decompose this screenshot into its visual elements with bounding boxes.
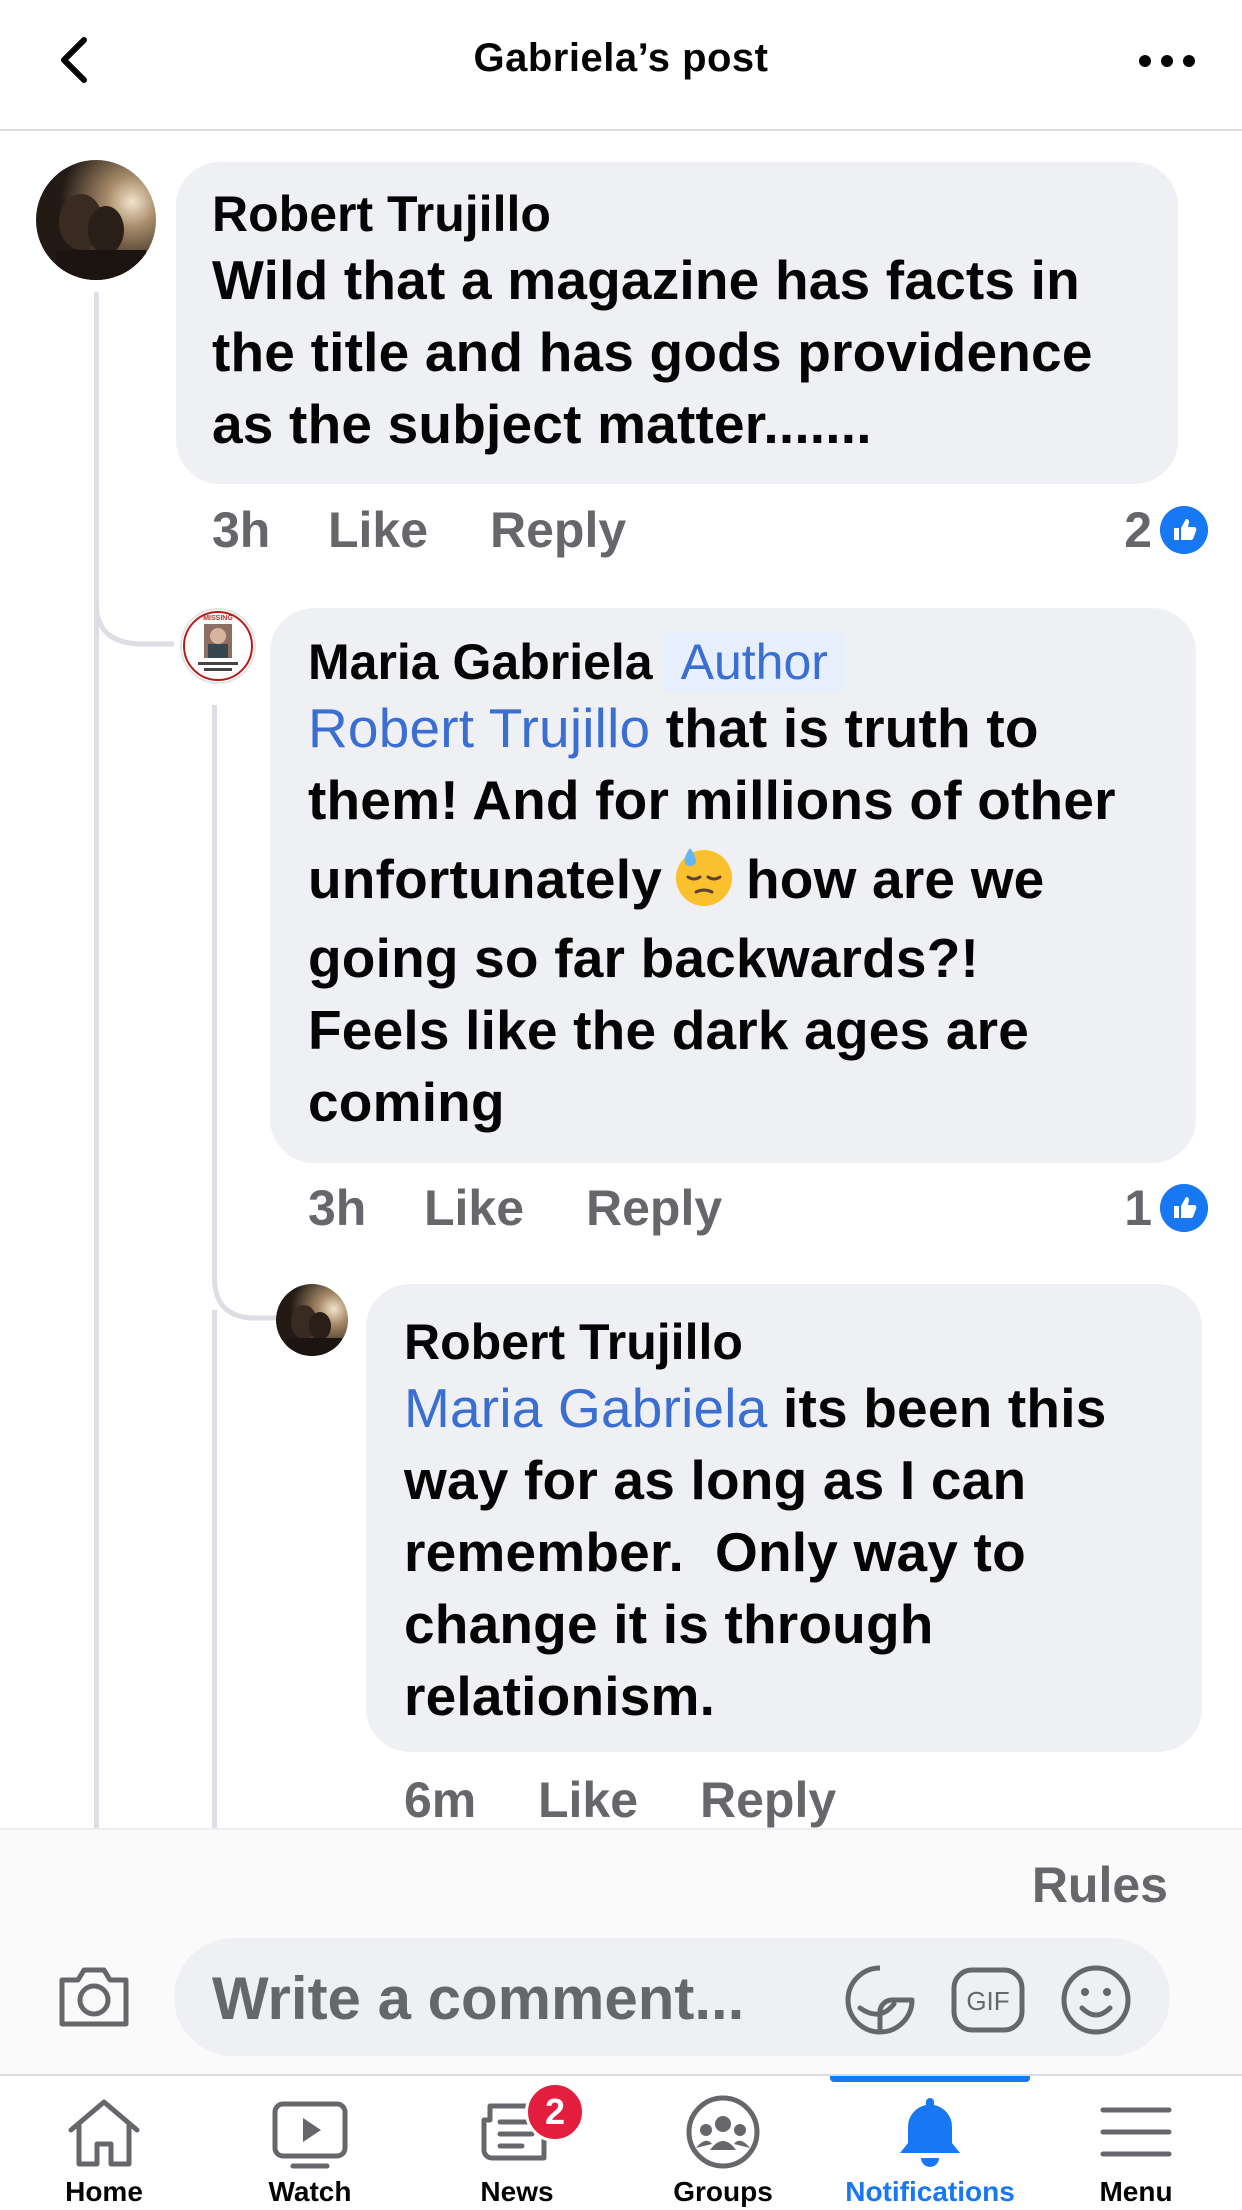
top-bar: Gabriela’s post (0, 0, 1242, 131)
reaction-count: 1 (1124, 1180, 1152, 1236)
menu-icon (1100, 2107, 1172, 2157)
tab-home[interactable]: Home (4, 2076, 204, 2210)
camera-icon[interactable] (56, 1962, 132, 2032)
avatar[interactable] (276, 1284, 348, 1356)
comment-bubble[interactable]: Robert Trujillo Wild that a magazine has… (176, 162, 1178, 484)
reply-button[interactable]: Reply (586, 1178, 722, 1238)
comment-timestamp: 3h (308, 1180, 367, 1236)
comment-text: unfortunately (308, 848, 662, 910)
tab-menu[interactable]: Menu (1036, 2076, 1236, 2210)
more-options-icon[interactable] (1132, 36, 1202, 86)
gif-icon[interactable]: GIF (950, 1962, 1026, 2038)
comment-author[interactable]: Maria Gabriela (308, 634, 653, 690)
avatar-missing-text: MISSING (203, 615, 233, 622)
comment-text-line: going so far backwards?! (308, 927, 980, 989)
mention-link[interactable]: Maria Gabriela (404, 1377, 768, 1439)
gif-label: GIF (966, 1986, 1009, 2016)
tab-label: News (480, 2176, 554, 2207)
comment-text-line: Feels like the dark ages are (308, 999, 1030, 1061)
mention-link[interactable]: Robert Trujillo (308, 697, 650, 759)
bell-icon (900, 2098, 960, 2167)
comment-input[interactable]: Write a comment... GIF (174, 1938, 1170, 2056)
comment-text: how are we (745, 848, 1045, 910)
comment-actions: 6m Like Reply (404, 1770, 1104, 1830)
comment-text-line: the title and has gods providence (212, 321, 1093, 383)
tab-notifications[interactable]: Notifications (830, 2076, 1030, 2210)
reaction-summary[interactable]: 1 (1100, 1178, 1208, 1238)
avatar[interactable]: MISSING (180, 608, 256, 684)
comment-text-line: them! And for millions of other (308, 769, 1116, 831)
comment-text-line: coming (308, 1071, 505, 1133)
comment-timestamp: 6m (404, 1772, 477, 1828)
thumbs-up-icon (1160, 506, 1208, 554)
like-button[interactable]: Like (424, 1178, 524, 1238)
comment-bubble[interactable]: Maria Gabriela Author Robert Trujillo tha… (270, 608, 1196, 1163)
bottom-tab-bar: Home Watch 2 News Groups Notifications M… (0, 2074, 1242, 2208)
comment-text-line: remember. Only way to (404, 1521, 1026, 1583)
comment-bubble[interactable]: Robert Trujillo Maria Gabriela its been … (366, 1284, 1202, 1752)
thread-line-main-cont (94, 640, 99, 1828)
news-badge: 2 (525, 2082, 585, 2142)
avatar[interactable] (36, 160, 156, 280)
watch-icon (272, 2101, 348, 2169)
tab-label: Notifications (845, 2176, 1015, 2207)
comment-text-line: unfortunately how are we (308, 836, 1160, 922)
comment-author-row: Maria Gabriela Author (308, 632, 1160, 692)
thread-connector (94, 560, 174, 647)
like-button[interactable]: Like (328, 500, 428, 560)
thread-connector (212, 1228, 282, 1321)
comment-input-placeholder: Write a comment... (212, 1965, 745, 2032)
page-title: Gabriela’s post (473, 36, 769, 80)
rules-link[interactable]: Rules (1032, 1856, 1168, 1914)
comment-author[interactable]: Robert Trujillo (404, 1312, 1166, 1372)
comment-author[interactable]: Robert Trujillo (212, 184, 1142, 244)
tab-label: Home (65, 2176, 143, 2207)
comment-text-line: Wild that a magazine has facts in (212, 249, 1080, 311)
comment-text-line: way for as long as I can (404, 1449, 1027, 1511)
tab-label: Watch (268, 2176, 352, 2207)
tab-groups[interactable]: Groups (623, 2076, 823, 2210)
sticker-icon[interactable] (842, 1962, 918, 2038)
thread-line-reply (212, 705, 217, 1265)
comment-text: its been this (767, 1377, 1107, 1439)
home-icon (68, 2099, 140, 2167)
comment-text-line: as the subject matter....... (212, 393, 872, 455)
comment-actions: 3h Like Reply (212, 500, 912, 560)
comment-actions: 3h Like Reply (308, 1178, 1008, 1238)
thumbs-up-icon (1160, 1184, 1208, 1232)
comment-text-line: Maria Gabriela its been this (404, 1372, 1166, 1444)
comment-text-line: change it is through (404, 1593, 934, 1655)
like-button[interactable]: Like (538, 1770, 638, 1830)
groups-icon (686, 2095, 760, 2169)
tab-label: Groups (673, 2176, 773, 2207)
comment-text-line: relationism. (404, 1665, 716, 1727)
reaction-count: 2 (1124, 502, 1152, 558)
comment-text-line: Robert Trujillo that is truth to (308, 692, 1160, 764)
comment-text: that is truth to (650, 697, 1039, 759)
active-tab-indicator (830, 2076, 1030, 2082)
downcast-sweat-face-emoji-icon (675, 848, 732, 906)
tab-label: Menu (1099, 2176, 1173, 2207)
reply-button[interactable]: Reply (490, 500, 626, 560)
comment-timestamp: 3h (212, 502, 271, 558)
tab-news[interactable]: 2 News (417, 2076, 617, 2210)
reply-button[interactable]: Reply (700, 1770, 836, 1830)
thread-line-reply-cont (212, 1310, 217, 1828)
reaction-summary[interactable]: 2 (1100, 500, 1208, 560)
author-badge: Author (662, 632, 846, 692)
emoji-icon[interactable] (1058, 1962, 1134, 2038)
tab-watch[interactable]: Watch (210, 2076, 410, 2210)
